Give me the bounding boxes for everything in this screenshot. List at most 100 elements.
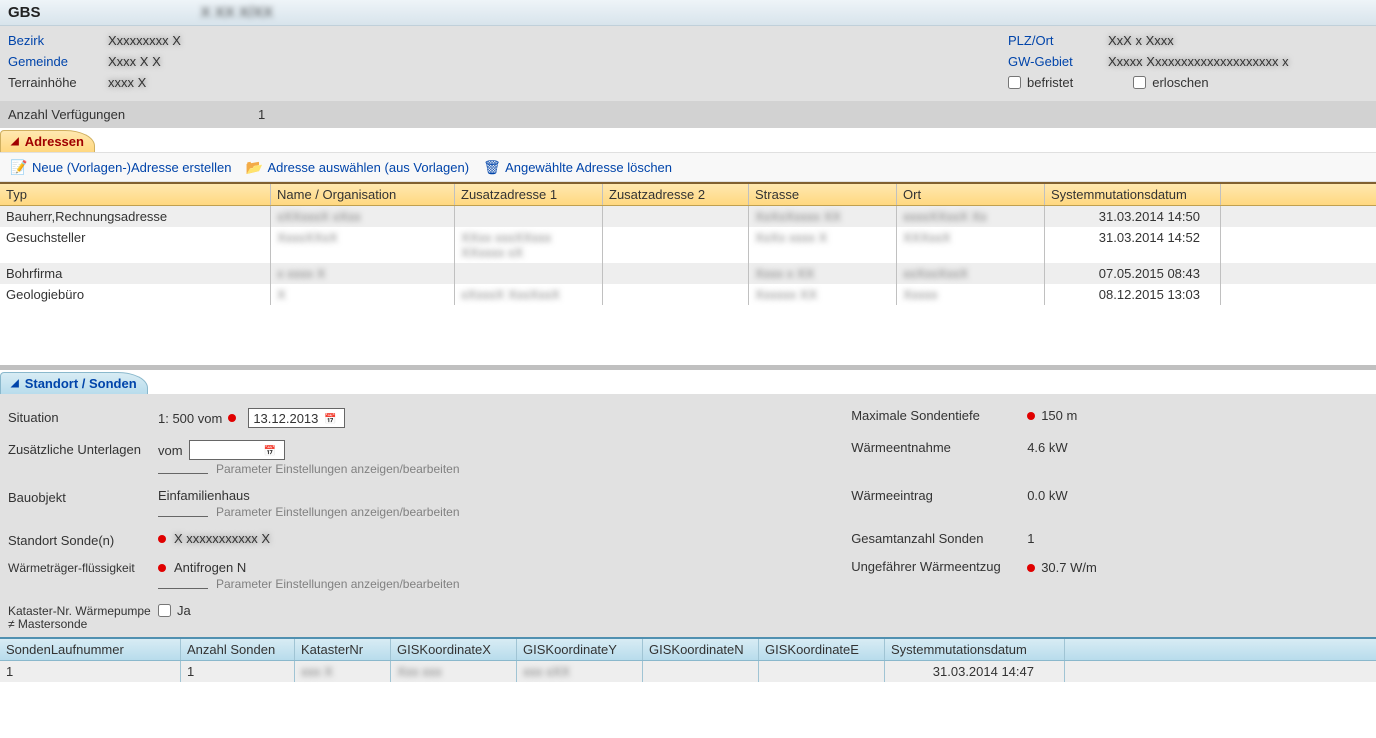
underline [158, 507, 208, 517]
col-end [1064, 639, 1376, 660]
cell: xXXxxxX xXxx [270, 206, 454, 227]
table-row[interactable]: Bohrfirmax xxxx XXxxx x XXxxXxxXxxX07.05… [0, 263, 1376, 284]
cell [758, 661, 884, 682]
col-end [1220, 184, 1376, 205]
situation-date-field[interactable]: 13.12.2013 [248, 408, 345, 428]
situation-date-value: 13.12.2013 [253, 411, 318, 426]
cell: 31.03.2014 14:50 [1044, 206, 1220, 227]
cell [1220, 227, 1376, 263]
col-katasternr[interactable]: KatasterNr [294, 639, 390, 660]
cell: Xxx xxx [390, 661, 516, 682]
checkbox-erloschen-input[interactable] [1133, 76, 1146, 89]
cell: Bohrfirma [0, 263, 270, 284]
label-gemeinde: Gemeinde [8, 54, 108, 69]
calendar-icon[interactable] [264, 442, 280, 458]
col-typ[interactable]: Typ [0, 184, 270, 205]
checkbox-erloschen[interactable]: erloschen [1133, 75, 1208, 90]
label-bezirk: Bezirk [8, 33, 108, 48]
tab-adressen[interactable]: ◢ Adressen [0, 130, 95, 152]
checkbox-befristet[interactable]: befristet [1008, 75, 1073, 90]
checkbox-kataster-label: Ja [177, 603, 191, 618]
zusatz-date-field[interactable] [189, 440, 285, 460]
new-icon [10, 159, 26, 175]
col-name[interactable]: Name / Organisation [270, 184, 454, 205]
value-anzahl-verf: 1 [258, 107, 265, 122]
param-link-label: Parameter Einstellungen anzeigen/bearbei… [216, 462, 460, 476]
cell [1220, 206, 1376, 227]
cell [1220, 263, 1376, 284]
checkbox-befristet-input[interactable] [1008, 76, 1021, 89]
cell [602, 227, 748, 263]
col-gisn[interactable]: GISKoordinateN [642, 639, 758, 660]
checkbox-kataster-input[interactable] [158, 604, 171, 617]
col-ort[interactable]: Ort [896, 184, 1044, 205]
cell: 1 [180, 661, 294, 682]
calendar-icon[interactable] [324, 410, 340, 426]
cell: xxXxxXxxX [896, 263, 1044, 284]
choose-address-label: Adresse auswählen (aus Vorlagen) [267, 160, 469, 175]
chevron-icon: ◢ [11, 136, 19, 147]
table-row[interactable]: GesuchstellerXxxxXXxXXXxx xxxXXxxx XXxxx… [0, 227, 1376, 263]
count-row: Anzahl Verfügungen 1 [0, 101, 1376, 128]
new-address-button[interactable]: Neue (Vorlagen-)Adresse erstellen [10, 159, 231, 175]
value-waermeentzug: 30.7 W/m [1041, 560, 1097, 575]
checkbox-kataster[interactable]: Ja [158, 603, 191, 618]
col-gise[interactable]: GISKoordinateE [758, 639, 884, 660]
col-strasse[interactable]: Strasse [748, 184, 896, 205]
value-max-sondentiefe: 150 m [1041, 408, 1077, 423]
folder-icon [245, 159, 261, 175]
col-gisx[interactable]: GISKoordinateX [390, 639, 516, 660]
cell: Gesuchsteller [0, 227, 270, 263]
delete-icon [483, 159, 499, 175]
address-table-body: Bauherr,RechnungsadressexXXxxxX xXxxXxXx… [0, 206, 1376, 370]
cell: XXxx xxxXXxxx XXxxxx xX [454, 227, 602, 263]
label-waermeentzug: Ungefährer Wärmeentzug [851, 560, 1027, 574]
chevron-icon: ◢ [11, 378, 19, 389]
cell [1220, 284, 1376, 305]
checkbox-erloschen-label: erloschen [1152, 75, 1208, 90]
cell [454, 206, 602, 227]
address-table-header: Typ Name / Organisation Zusatzadresse 1 … [0, 182, 1376, 206]
col-mutdatum[interactable]: Systemmutationsdatum [1044, 184, 1220, 205]
col-z1[interactable]: Zusatzadresse 1 [454, 184, 602, 205]
label-bauobjekt: Bauobjekt [8, 488, 158, 505]
cell: 08.12.2015 13:03 [1044, 284, 1220, 305]
label-gwgebiet: GW-Gebiet [1008, 54, 1108, 69]
checkbox-befristet-label: befristet [1027, 75, 1073, 90]
label-zusatz: Zusätzliche Unterlagen [8, 440, 158, 457]
marker-icon [228, 414, 236, 422]
cell: 1 [0, 661, 180, 682]
col-anzahl-sonden[interactable]: Anzahl Sonden [180, 639, 294, 660]
tab-standort-label: Standort / Sonden [25, 376, 137, 391]
tab-standort[interactable]: ◢ Standort / Sonden [0, 372, 148, 394]
cell: xxx xXX [516, 661, 642, 682]
marker-icon [158, 535, 166, 543]
cell: Geologiebüro [0, 284, 270, 305]
cell [602, 284, 748, 305]
value-bezirk: Xxxxxxxxx X [108, 33, 181, 48]
section-tab-row-adressen: ◢ Adressen [0, 128, 1376, 152]
cell: xxxxXXxxX Xx [896, 206, 1044, 227]
col-sondenlauf[interactable]: SondenLaufnummer [0, 639, 180, 660]
label-traeger: Wärmeträger-flüssigkeit [8, 560, 158, 575]
param-link-bauobjekt[interactable]: Parameter Einstellungen anzeigen/bearbei… [158, 505, 460, 519]
table-row[interactable]: Bauherr,RechnungsadressexXXxxxX xXxxXxXx… [0, 206, 1376, 227]
value-bauobjekt: Einfamilienhaus [158, 488, 250, 503]
col-z2[interactable]: Zusatzadresse 2 [602, 184, 748, 205]
param-link-traeger[interactable]: Parameter Einstellungen anzeigen/bearbei… [158, 577, 460, 591]
cell: XxXx xxxx X [748, 227, 896, 263]
label-max-sondentiefe: Maximale Sondentiefe [851, 408, 1027, 423]
choose-address-button[interactable]: Adresse auswählen (aus Vorlagen) [245, 159, 469, 175]
value-terrain: xxxx X [108, 75, 146, 90]
cell: 31.03.2014 14:47 [884, 661, 1064, 682]
delete-address-button[interactable]: Angewählte Adresse löschen [483, 159, 672, 175]
table-row[interactable]: 11xxx XXxx xxxxxx xXX31.03.2014 14:47 [0, 661, 1376, 682]
col-sonden-mut[interactable]: Systemmutationsdatum [884, 639, 1064, 660]
param-link-zusatz[interactable]: Parameter Einstellungen anzeigen/bearbei… [158, 462, 460, 476]
cell: XxXxXxxxx XX [748, 206, 896, 227]
record-ref: X XX X/XX [201, 4, 274, 21]
col-gisy[interactable]: GISKoordinateY [516, 639, 642, 660]
table-row[interactable]: GeologiebüroXxXxxxX XxxXxxXXxxxxx XXXxxx… [0, 284, 1376, 305]
info-panel: Bezirk Xxxxxxxxx X PLZ/Ort XxX x Xxxx Ge… [0, 26, 1376, 101]
cell [454, 263, 602, 284]
